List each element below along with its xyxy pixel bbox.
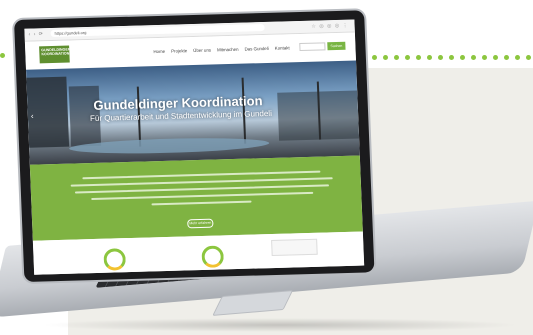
search-button[interactable]: Suchen [327,41,346,51]
menu-item-kontakt[interactable]: Kontakt [275,45,290,50]
browser-extension-icons[interactable]: ☆ ◎ ◎ ◎ ⋮ [311,23,348,30]
more-button[interactable]: Mehr erfahren [187,218,214,229]
hero-banner: ‹ Gundeldinger Koordination Für Quartier… [26,60,360,165]
badge-icon [103,248,127,271]
intro-text-line [91,191,314,201]
badge-icon [201,245,225,269]
menu-item-mitmachen[interactable]: Mitmachen [217,47,239,53]
site-logo[interactable]: GUNDELDINGER KOORDINATION [39,45,70,64]
intro-text-line [151,200,252,206]
browser-nav-buttons[interactable]: ‹ › ⟳ [28,31,44,37]
menu-item-projekte[interactable]: Projekte [171,48,187,53]
intro-section: Mehr erfahren [29,155,363,241]
browser-window: ‹ › ⟳ https://gundeli.org ☆ ◎ ◎ ◎ ⋮ GUND… [24,19,365,275]
menu-item-das-gundeli[interactable]: Das Gundeli [244,46,268,52]
chevron-left-icon[interactable]: ‹ [31,112,34,121]
logo-line-2: KOORDINATION [41,51,70,57]
search-input[interactable] [299,42,326,52]
laptop: ‹ › ⟳ https://gundeli.org ☆ ◎ ◎ ◎ ⋮ GUND… [0,0,533,335]
teaser-card[interactable] [271,238,318,257]
main-menu: Home Projekte Über uns Mitmachen Das Gun… [153,45,289,54]
menu-item-ueber-uns[interactable]: Über uns [193,48,211,53]
menu-item-home[interactable]: Home [153,49,165,54]
laptop-screen-bezel: ‹ › ⟳ https://gundeli.org ☆ ◎ ◎ ◎ ⋮ GUND… [14,10,375,282]
